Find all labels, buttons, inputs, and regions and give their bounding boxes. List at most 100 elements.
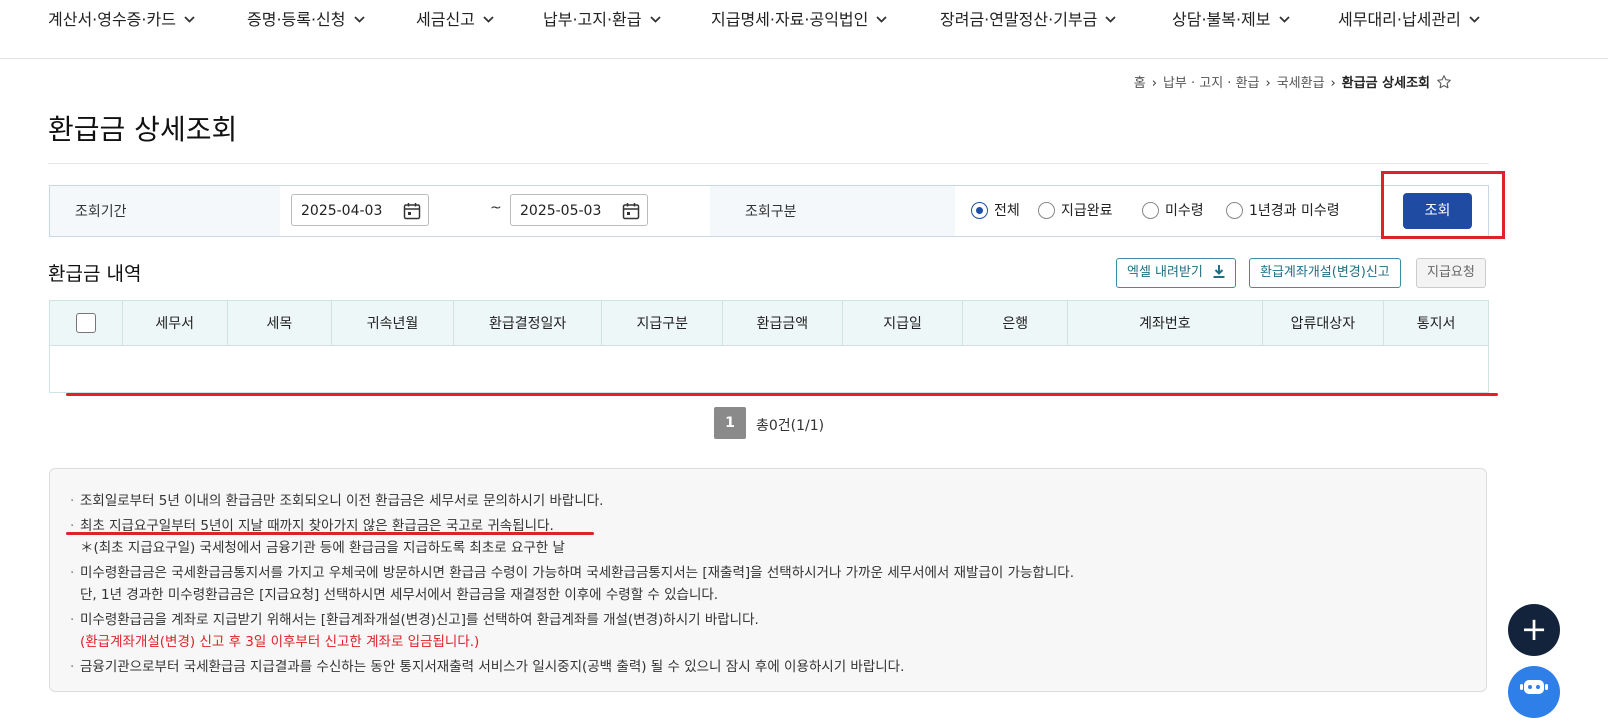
period-inputs: 2025-04-03 ~ 2025-05-03 bbox=[280, 186, 710, 236]
column-header: 세목 bbox=[226, 300, 333, 346]
chevron-down-icon bbox=[483, 16, 494, 23]
column-header: 지급구분 bbox=[601, 300, 724, 346]
chevron-down-icon bbox=[1469, 16, 1480, 23]
breadcrumb-payment[interactable]: 납부 · 고지 · 환급 bbox=[1163, 76, 1260, 91]
end-date-input[interactable]: 2025-05-03 bbox=[510, 194, 648, 226]
date-range-separator: ~ bbox=[490, 200, 502, 216]
radio-label: 미수령 bbox=[1165, 203, 1204, 219]
radio-selected-icon bbox=[971, 202, 988, 219]
breadcrumb-separator: › bbox=[1265, 76, 1271, 91]
notice-subline: ＊(최초 지급요구일) 국세청에서 금융기관 등에 환급금을 지급하도록 최초로… bbox=[80, 540, 565, 556]
nav-item-consultation[interactable]: 상담·불복·제보 bbox=[1172, 6, 1290, 30]
plus-button[interactable]: + bbox=[1508, 604, 1560, 656]
star-icon[interactable] bbox=[1436, 74, 1452, 90]
radio-label: 전체 bbox=[994, 203, 1020, 219]
notice-line: · 미수령환급금은 국세환급금통지서를 가지고 우체국에 방문하시면 환급금 수령… bbox=[70, 561, 1074, 581]
title-divider bbox=[48, 163, 1489, 164]
notice-line: · 금융기관으로부터 국세환급금 지급결과를 수신하는 동안 통지서재출력 서비스… bbox=[70, 655, 904, 675]
nav-item-tax-agent[interactable]: 세무대리·납세관리 bbox=[1338, 6, 1480, 30]
radio-all[interactable]: 전체 bbox=[971, 200, 1020, 220]
end-date-value: 2025-05-03 bbox=[520, 203, 602, 219]
nav-item-tax-return[interactable]: 세금신고 bbox=[416, 6, 494, 30]
chatbot-button[interactable] bbox=[1508, 666, 1560, 718]
bullet: · bbox=[70, 659, 75, 675]
nav-item-statements[interactable]: 지급명세·자료·공익법인 bbox=[711, 6, 888, 30]
period-label: 조회기간 bbox=[75, 204, 127, 220]
nav-item-label: 계산서·영수증·카드 bbox=[48, 10, 176, 29]
nav-item-label: 상담·불복·제보 bbox=[1172, 10, 1271, 29]
chevron-down-icon bbox=[876, 16, 888, 23]
column-header: 세무서 bbox=[121, 300, 228, 346]
chevron-down-icon bbox=[1105, 16, 1117, 23]
nav-item-label: 증명·등록·신청 bbox=[247, 10, 346, 29]
notice-text: 금융기관으로부터 국세환급금 지급결과를 수신하는 동안 통지서재출력 서비스가… bbox=[80, 659, 905, 675]
column-header: 지급일 bbox=[841, 300, 964, 346]
nav-item-label: 세무대리·납세관리 bbox=[1338, 10, 1461, 29]
nav-item-payment-refund[interactable]: 납부·고지·환급 bbox=[543, 6, 661, 30]
notice-text: 미수령환급금을 계좌로 지급받기 위해서는 [환급계좌개설(변경)신고]를 선택… bbox=[80, 612, 759, 628]
notice-text: 미수령환급금은 국세환급금통지서를 가지고 우체국에 방문하시면 환급금 수령이… bbox=[80, 565, 1074, 581]
highlight-box bbox=[1381, 171, 1505, 239]
bullet: · bbox=[70, 612, 75, 628]
column-header: 계좌번호 bbox=[1067, 300, 1263, 346]
notice-line: · 조회일로부터 5년 이내의 환급금만 조회되오니 이전 환급금은 세무서로 문… bbox=[70, 489, 603, 509]
radio-icon bbox=[1038, 202, 1055, 219]
calendar-icon[interactable] bbox=[403, 202, 421, 220]
excel-download-label: 엑셀 내려받기 bbox=[1127, 265, 1203, 280]
column-header: 환급결정일자 bbox=[452, 300, 603, 346]
radio-label: 1년경과 미수령 bbox=[1249, 203, 1340, 219]
payment-request-button[interactable]: 지급요청 bbox=[1416, 258, 1486, 288]
robot-icon bbox=[1520, 680, 1548, 694]
nav-item-label: 세금신고 bbox=[416, 10, 475, 29]
notice-line: · 최초 지급요구일부터 5년이 지날 때까지 찾아가지 않은 환급금은 국고로 … bbox=[70, 514, 554, 534]
column-header: 은행 bbox=[962, 300, 1069, 346]
excel-download-button[interactable]: 엑셀 내려받기 bbox=[1116, 258, 1237, 288]
highlight-underline bbox=[66, 393, 1498, 396]
radio-icon bbox=[1226, 202, 1243, 219]
breadcrumb-home[interactable]: 홈 bbox=[1134, 76, 1146, 91]
notice-warning: (환급계좌개설(변경) 신고 후 3일 이후부터 신고한 계좌로 입금됩니다.) bbox=[80, 634, 480, 650]
plus-icon: + bbox=[1520, 610, 1548, 648]
notice-box: · 조회일로부터 5년 이내의 환급금만 조회되오니 이전 환급금은 세무서로 문… bbox=[49, 468, 1487, 692]
table-header-row: 세무서 세목 귀속년월 환급결정일자 지급구분 환급금액 지급일 은행 계좌번호… bbox=[49, 300, 1489, 346]
page-button-current[interactable]: 1 bbox=[714, 407, 746, 439]
bullet: · bbox=[70, 565, 75, 581]
type-label: 조회구분 bbox=[745, 204, 797, 220]
page-title: 환급금 상세조회 bbox=[48, 113, 238, 146]
column-header: 통지서 bbox=[1383, 300, 1489, 346]
notice-line: · 미수령환급금을 계좌로 지급받기 위해서는 [환급계좌개설(변경)신고]를 선… bbox=[70, 608, 759, 628]
chevron-down-icon bbox=[353, 16, 365, 23]
start-date-input[interactable]: 2025-04-03 bbox=[291, 194, 429, 226]
column-header: 압류대상자 bbox=[1261, 300, 1385, 346]
notice-text: 조회일로부터 5년 이내의 환급금만 조회되오니 이전 환급금은 세무서로 문의… bbox=[80, 493, 604, 509]
chevron-down-icon bbox=[1278, 16, 1290, 23]
chevron-down-icon bbox=[184, 16, 195, 23]
column-header: 환급금액 bbox=[722, 300, 843, 346]
radio-unclaimed[interactable]: 미수령 bbox=[1142, 200, 1204, 220]
nav-item-receipts[interactable]: 계산서·영수증·카드 bbox=[48, 6, 195, 30]
breadcrumb-current: 환급금 상세조회 bbox=[1341, 76, 1430, 91]
bullet: · bbox=[70, 493, 75, 509]
column-header: 귀속년월 bbox=[331, 300, 454, 346]
select-all-header bbox=[49, 300, 123, 346]
refund-account-button[interactable]: 환급계좌개설(변경)신고 bbox=[1249, 258, 1401, 288]
calendar-icon[interactable] bbox=[622, 202, 640, 220]
nav-item-label: 장려금·연말정산·기부금 bbox=[940, 10, 1098, 29]
nav-item-label: 납부·고지·환급 bbox=[543, 10, 642, 29]
empty-table-row bbox=[49, 345, 1489, 393]
nav-item-incentives[interactable]: 장려금·연말정산·기부금 bbox=[940, 6, 1117, 30]
list-title: 환급금 내역 bbox=[48, 263, 142, 285]
breadcrumb-refund[interactable]: 국세환급 bbox=[1277, 76, 1325, 91]
breadcrumb: 홈 › 납부 · 고지 · 환급 › 국세환급 › 환급금 상세조회 bbox=[1134, 72, 1452, 91]
download-icon bbox=[1213, 265, 1225, 278]
select-all-checkbox[interactable] bbox=[75, 313, 96, 333]
radio-paid[interactable]: 지급완료 bbox=[1038, 200, 1113, 220]
total-count: 총0건(1/1) bbox=[756, 418, 825, 434]
radio-unclaimed-over-1yr[interactable]: 1년경과 미수령 bbox=[1226, 200, 1340, 220]
notice-subline: 단, 1년 경과한 미수령환급금은 [지급요청] 선택하시면 세무서에서 환급금… bbox=[80, 587, 719, 603]
top-navigation: 계산서·영수증·카드 증명·등록·신청 세금신고 납부·고지·환급 지급명세·자… bbox=[0, 0, 1608, 59]
nav-item-certificates[interactable]: 증명·등록·신청 bbox=[247, 6, 365, 30]
radio-label: 지급완료 bbox=[1061, 203, 1113, 219]
search-panel: 조회기간 2025-04-03 ~ 2025-05-03 조회구분 전체 지급완… bbox=[49, 185, 1489, 237]
breadcrumb-separator: › bbox=[1151, 76, 1157, 91]
